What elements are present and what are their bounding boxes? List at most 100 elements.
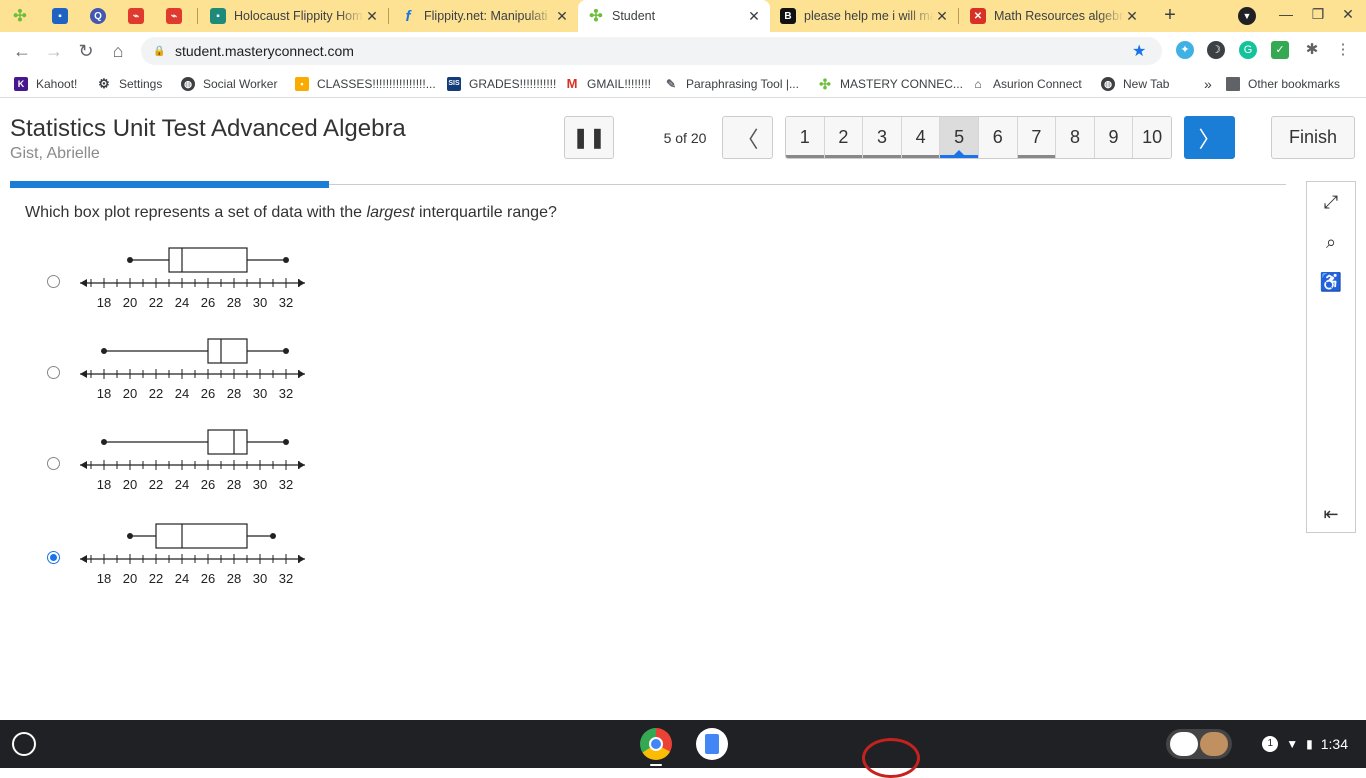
minimize-button[interactable]: — [1276,6,1296,26]
bookmark-settings[interactable]: ⚙ Settings [97,76,162,92]
tab-title: Student [612,9,656,23]
tick-label: 22 [149,571,163,586]
notification-count: 1 [1262,736,1279,752]
choice-radio-3[interactable] [47,457,60,470]
bookmark-social-worker[interactable]: ◍ Social Worker [181,76,277,92]
reload-icon[interactable]: ↻ [74,39,98,63]
close-icon[interactable]: ✕ [746,8,762,25]
bookmark-mastery-connect[interactable]: ✣ MASTERY CONNEC... [818,76,963,92]
tick-label: 30 [253,477,267,492]
forward-icon[interactable]: → [42,39,66,63]
classroom-icon: ▪ [295,77,309,91]
launcher-icon[interactable] [12,732,36,756]
close-icon[interactable]: ✕ [934,8,950,25]
minimum-point [101,348,107,354]
kahoot-icon: K [14,77,28,91]
accessibility-icon[interactable]: ♿ [1319,270,1343,294]
bookmark-asurion[interactable]: ⌂ Asurion Connect [971,76,1081,92]
tab-brainly[interactable]: B please help me i will ma ✕ [770,0,958,32]
pinned-tab-quizlet[interactable]: Q [78,0,116,32]
close-window-button[interactable]: ✕ [1338,6,1358,26]
pinned-tab-acrobat-1[interactable]: ⌁ [116,0,154,32]
bookmark-star-icon[interactable]: ★ [1132,41,1152,61]
question-number-9[interactable]: 9 [1094,117,1134,158]
tool-panel: ⤢ ⌕ ♿ ⇤ [1306,181,1356,533]
status-tray[interactable]: 1 ▼ ▮ 1:34 [1240,732,1358,756]
pause-button[interactable]: ❚❚ [564,116,614,159]
magnifier-icon[interactable]: ⌕ [1319,230,1343,254]
question-number-6[interactable]: 6 [978,117,1018,158]
tick-label: 20 [123,386,137,401]
menu-icon[interactable]: ⋮ [1334,41,1352,59]
tick-label: 32 [279,295,293,310]
next-question-button[interactable]: 〉 [1184,116,1235,159]
tab-title: please help me i will ma [804,9,934,23]
bookmarks-overflow[interactable]: » [1204,76,1212,92]
restore-button[interactable]: ❐ [1308,6,1328,26]
question-number-10[interactable]: 10 [1133,117,1171,158]
question-number-5[interactable]: 5 [940,117,979,158]
extensions-puzzle-icon[interactable]: ✱ [1303,41,1321,59]
holding-space-icon[interactable] [1166,729,1232,759]
arrow-left-icon [80,555,87,563]
home-icon[interactable]: ⌂ [106,39,130,63]
new-tab-button[interactable]: + [1160,4,1180,26]
pinned-tab-masteryconnect[interactable]: ✣ [0,0,40,32]
bookmark-paraphrasing-tool[interactable]: ✎ Paraphrasing Tool |... [664,76,799,92]
gmail-icon: M [566,76,578,91]
classroom-icon: ▪ [210,8,226,24]
question-number-2[interactable]: 2 [824,117,864,158]
bookmark-classes[interactable]: ▪ CLASSES!!!!!!!!!!!!!!!!... [295,76,436,92]
chrome-icon[interactable] [640,728,672,760]
tick-label: 24 [175,295,189,310]
close-icon[interactable]: ✕ [554,8,570,25]
other-bookmarks[interactable]: Other bookmarks [1226,76,1340,92]
finish-button[interactable]: Finish [1271,116,1355,159]
pinned-tab-acrobat-2[interactable]: ⌁ [154,0,194,32]
extension-icon[interactable]: ☽ [1207,41,1225,59]
bookmarks-bar: K Kahoot! ⚙ Settings ◍ Social Worker ▪ CLASS… [0,70,1366,98]
page-title: Statistics Unit Test Advanced Algebra [10,115,406,142]
collapse-panel-icon[interactable]: ⇤ [1319,502,1343,526]
minimum-point [101,439,107,445]
tick-label: 18 [97,571,111,586]
back-icon[interactable]: ← [10,39,34,63]
question-number-1[interactable]: 1 [786,117,825,158]
question-number-8[interactable]: 8 [1056,117,1095,158]
choice-radio-2[interactable] [47,366,60,379]
url-text: student.masteryconnect.com [175,43,354,59]
bookmark-new-tab[interactable]: ◍ New Tab [1101,76,1169,92]
gear-icon: ⚙ [98,76,110,91]
docs-icon[interactable] [696,728,728,760]
tab-student[interactable]: ✣ Student ✕ [578,0,770,32]
expand-icon[interactable]: ⤢ [1319,190,1343,214]
tab-holocaust-flippity[interactable]: ▪ Holocaust Flippity Hom ✕ [200,0,388,32]
clock: 1:34 [1320,736,1348,752]
bookmark-grades[interactable]: SIS GRADES!!!!!!!!!!! [447,76,556,92]
tick-label: 20 [123,295,137,310]
pause-icon: ❚❚ [572,127,606,149]
maximum-point [283,439,289,445]
question-number-4[interactable]: 4 [901,117,941,158]
address-bar[interactable]: 🔒 student.masteryconnect.com ★ [141,37,1162,65]
question-prompt: Which box plot represents a set of data … [25,204,557,221]
close-icon[interactable]: ✕ [1124,8,1140,25]
bookmark-kahoot[interactable]: K Kahoot! [14,76,77,92]
grammarly-icon[interactable]: G [1239,41,1257,59]
extension-icon[interactable]: ✦ [1176,41,1194,59]
choice-radio-4[interactable] [47,551,60,564]
tab-search-icon[interactable]: ▼ [1238,7,1256,25]
extension-icon[interactable]: ✓ [1271,41,1289,59]
close-icon[interactable]: ✕ [364,8,380,25]
folder-icon [1226,77,1240,91]
tab-title: Holocaust Flippity Hom [234,9,363,23]
bookmark-gmail[interactable]: M GMAIL!!!!!!!! [565,76,651,92]
question-number-3[interactable]: 3 [863,117,902,158]
pinned-tab-classroom[interactable]: ▪ [40,0,78,32]
choice-radio-1[interactable] [47,275,60,288]
previous-question-button[interactable]: 〈 [722,116,773,159]
tab-math-resources[interactable]: ✕ Math Resources algebr ✕ [960,0,1148,32]
question-number-7[interactable]: 7 [1017,117,1057,158]
tick-label: 30 [253,386,267,401]
tab-flippity[interactable]: f Flippity.net: Manipulati ✕ [390,0,578,32]
